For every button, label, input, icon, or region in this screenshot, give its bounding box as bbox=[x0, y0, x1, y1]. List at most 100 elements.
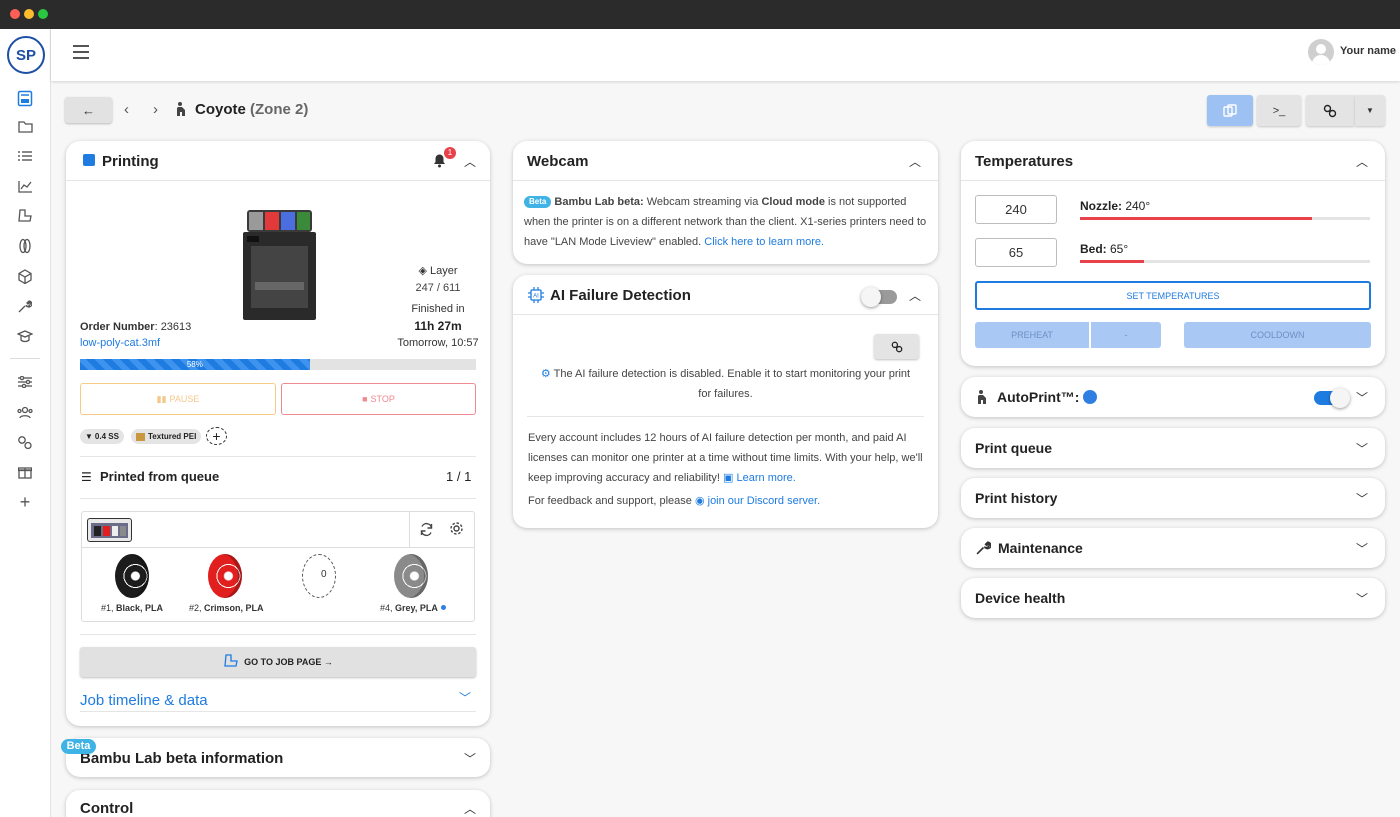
collapse-ai-icon[interactable]: ︿ bbox=[909, 287, 921, 304]
layer-value: 247 / 611 bbox=[415, 282, 461, 294]
list-icon[interactable] bbox=[15, 146, 35, 166]
add-icon[interactable]: + bbox=[15, 492, 35, 512]
settings-gear-icon[interactable] bbox=[449, 521, 464, 541]
beta-info-card[interactable]: Bambu Lab beta information ﹀ bbox=[66, 738, 490, 777]
folder-icon[interactable] bbox=[15, 116, 35, 136]
cooldown-button[interactable]: COOLDOWN bbox=[1184, 322, 1371, 348]
filament-spool[interactable] bbox=[208, 554, 242, 598]
wrench-icon[interactable] bbox=[15, 296, 35, 316]
autoprint-toggle[interactable] bbox=[1314, 388, 1350, 408]
more-dropdown-button[interactable]: ▼ bbox=[1355, 95, 1385, 126]
previous-printer-icon[interactable]: ‹ bbox=[124, 101, 129, 118]
close-window-dot[interactable] bbox=[10, 9, 20, 19]
spool-material: Crimson, PLA bbox=[204, 603, 264, 613]
spool-slot-number: #1, bbox=[101, 603, 114, 613]
notification-badge: 1 bbox=[444, 147, 456, 159]
sidebar-divider bbox=[10, 358, 40, 359]
chevron-down-icon[interactable]: ﹀ bbox=[464, 750, 476, 767]
learn-more-link[interactable]: Click here to learn more. bbox=[704, 236, 824, 248]
svg-text:AI: AI bbox=[533, 294, 539, 300]
empty-slot-label: 0 bbox=[321, 569, 327, 580]
collapse-webcam-icon[interactable]: ︿ bbox=[909, 153, 921, 170]
device-health-card[interactable]: Device health ﹀ bbox=[961, 578, 1385, 618]
book-icon: ▣ bbox=[723, 472, 734, 484]
stop-icon: ■ bbox=[362, 394, 368, 404]
go-to-job-page-button[interactable]: GO TO JOB PAGE → bbox=[80, 647, 476, 677]
jobs-icon[interactable] bbox=[15, 206, 35, 226]
ai-detection-toggle[interactable] bbox=[861, 287, 897, 307]
ams-unit-tab[interactable] bbox=[87, 518, 132, 542]
chevron-down-icon[interactable]: ﹀ bbox=[1356, 540, 1368, 557]
chevron-down-icon[interactable]: ﹀ bbox=[1356, 490, 1368, 507]
printers-icon[interactable] bbox=[15, 88, 35, 108]
print-history-card[interactable]: Print history ﹀ bbox=[961, 478, 1385, 518]
chevron-down-icon[interactable]: ﹀ bbox=[459, 689, 471, 706]
set-temperatures-button[interactable]: SET TEMPERATURES bbox=[975, 281, 1371, 310]
printer-image bbox=[241, 210, 318, 320]
gift-icon[interactable] bbox=[15, 462, 35, 482]
maintenance-card[interactable]: Maintenance ﹀ bbox=[961, 528, 1385, 568]
add-chip-button[interactable]: + bbox=[206, 427, 227, 445]
integrations-button[interactable] bbox=[1306, 95, 1354, 126]
chevron-down-icon[interactable]: ﹀ bbox=[1356, 389, 1368, 406]
nozzle-temp-input[interactable]: 240 bbox=[975, 195, 1057, 224]
refresh-icon[interactable] bbox=[419, 522, 434, 542]
logo[interactable]: SP bbox=[7, 36, 45, 74]
next-printer-icon[interactable]: › bbox=[153, 101, 158, 118]
stop-button[interactable]: ■ STOP bbox=[281, 383, 476, 415]
window-titlebar bbox=[0, 0, 1400, 29]
queue-list-icon: ☰ bbox=[81, 470, 92, 484]
integrations-icon[interactable] bbox=[15, 432, 35, 452]
maximize-window-dot[interactable] bbox=[38, 9, 48, 19]
filament-icon[interactable] bbox=[15, 236, 35, 256]
ai-settings-button[interactable] bbox=[874, 334, 919, 359]
sidebar: SP + bbox=[0, 29, 51, 817]
cloud-mode-text: Cloud mode bbox=[761, 196, 825, 208]
spool-slot-number: #2, bbox=[189, 603, 202, 613]
ai-detection-card: AI AI Failure Detection ︿ ⚙ The AI failu… bbox=[513, 275, 938, 528]
collapse-temperatures-icon[interactable]: ︿ bbox=[1356, 153, 1368, 170]
user-name[interactable]: Your name bbox=[1340, 45, 1396, 57]
collapse-printing-icon[interactable]: ︿ bbox=[464, 153, 476, 170]
filament-spool[interactable] bbox=[394, 554, 428, 598]
stats-chart-icon[interactable] bbox=[15, 176, 35, 196]
team-icon[interactable] bbox=[15, 402, 35, 422]
print-progress-fill: 58% bbox=[80, 359, 310, 370]
printer-name: Coyote bbox=[195, 101, 246, 118]
minimize-window-dot[interactable] bbox=[24, 9, 34, 19]
preheat-button[interactable]: PREHEAT bbox=[975, 322, 1089, 348]
print-queue-card[interactable]: Print queue ﹀ bbox=[961, 428, 1385, 468]
filament-spool[interactable]: 0 bbox=[302, 554, 336, 598]
layer-info: ◈ Layer 247 / 611 bbox=[400, 264, 476, 294]
ai-learn-more-link[interactable]: Learn more. bbox=[737, 472, 796, 484]
autoprint-card[interactable]: AutoPrint™: ﹀ bbox=[961, 377, 1385, 417]
nozzle-value: 240° bbox=[1122, 199, 1151, 213]
nozzle-temp-label: Nozzle: 240° bbox=[1080, 199, 1150, 213]
graduation-cap-icon[interactable] bbox=[15, 326, 35, 346]
chevron-up-icon[interactable]: ︿ bbox=[464, 800, 476, 817]
print-history-title: Print history bbox=[975, 490, 1058, 506]
back-button[interactable]: ← bbox=[65, 97, 112, 123]
discord-link-end: . bbox=[817, 495, 821, 507]
beta-badge: Beta bbox=[61, 739, 96, 754]
menu-icon[interactable] bbox=[73, 45, 89, 59]
avatar[interactable] bbox=[1308, 39, 1334, 65]
ai-feedback-text: For feedback and support, please bbox=[528, 495, 692, 507]
nozzle-chip[interactable]: ▼ 0.4 SS bbox=[80, 429, 124, 444]
beta-badge: Beta bbox=[524, 196, 552, 208]
discord-link[interactable]: join our Discord server bbox=[708, 495, 817, 507]
filament-spool[interactable] bbox=[115, 554, 149, 598]
divider bbox=[527, 416, 924, 417]
file-name-link[interactable]: low-poly-cat.3mf bbox=[80, 337, 160, 349]
plate-chip[interactable]: Textured PEI bbox=[131, 429, 202, 444]
chevron-down-icon[interactable]: ﹀ bbox=[1356, 440, 1368, 457]
preheat-dropdown-button[interactable]: - bbox=[1091, 322, 1161, 348]
cube-icon[interactable] bbox=[15, 266, 35, 286]
chevron-down-icon[interactable]: ﹀ bbox=[1356, 590, 1368, 607]
sliders-icon[interactable] bbox=[15, 372, 35, 392]
bed-temp-input[interactable]: 65 bbox=[975, 238, 1057, 267]
pause-button[interactable]: ▮▮ PAUSE bbox=[80, 383, 276, 415]
terminal-button[interactable]: >_ bbox=[1257, 95, 1301, 126]
job-timeline-toggle[interactable]: Job timeline & data bbox=[80, 692, 208, 709]
webcam-view-button[interactable] bbox=[1207, 95, 1253, 126]
